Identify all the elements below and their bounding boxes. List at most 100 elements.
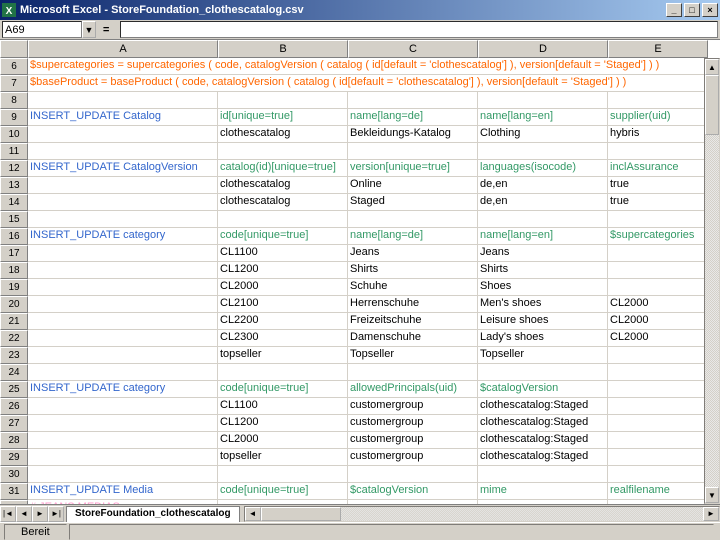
cell[interactable]: code[unique=true] [218, 483, 348, 500]
cell[interactable] [608, 245, 708, 262]
cell[interactable] [608, 500, 708, 504]
cell[interactable] [608, 415, 708, 432]
row-header[interactable]: 18 [0, 262, 28, 279]
cell[interactable]: CL2000 [608, 313, 708, 330]
tab-nav-first[interactable]: |◄ [0, 506, 16, 522]
cell[interactable] [28, 194, 218, 211]
cell[interactable]: CL2000 [218, 432, 348, 449]
cell[interactable]: CL1200 [218, 415, 348, 432]
cell[interactable] [348, 143, 478, 160]
cell[interactable] [608, 211, 708, 228]
cell[interactable] [28, 126, 218, 143]
cell[interactable] [348, 92, 478, 109]
row-header[interactable]: 10 [0, 126, 28, 143]
cell[interactable]: id[unique=true] [218, 109, 348, 126]
cell[interactable]: clothescatalog:Staged [478, 415, 608, 432]
formula-bar[interactable] [120, 21, 718, 38]
row-header[interactable]: 22 [0, 330, 28, 347]
row-header[interactable]: 20 [0, 296, 28, 313]
close-button[interactable]: × [702, 3, 718, 17]
cell[interactable]: Schuhe [348, 279, 478, 296]
cell[interactable]: INSERT_UPDATE category [28, 381, 218, 398]
row-header[interactable]: 8 [0, 92, 28, 109]
cell[interactable] [608, 262, 708, 279]
cell[interactable]: code[unique=true] [218, 381, 348, 398]
cell[interactable]: customergroup [348, 415, 478, 432]
scroll-left-button[interactable]: ◄ [245, 507, 261, 521]
cell[interactable] [218, 92, 348, 109]
cell[interactable] [28, 313, 218, 330]
cell[interactable] [608, 449, 708, 466]
cell[interactable] [28, 432, 218, 449]
cell[interactable]: clothescatalog [218, 194, 348, 211]
cell[interactable] [348, 211, 478, 228]
cell[interactable]: INSERT_UPDATE CatalogVersion [28, 160, 218, 177]
cell[interactable] [608, 432, 708, 449]
cell[interactable]: Staged [348, 194, 478, 211]
cell[interactable]: topseller [218, 449, 348, 466]
cell[interactable]: $baseProduct = baseProduct ( code, catal… [28, 75, 708, 92]
cell[interactable] [28, 143, 218, 160]
cell[interactable]: clothescatalog:Staged [478, 449, 608, 466]
sheet-tab[interactable]: StoreFoundation_clothescatalog [66, 506, 240, 522]
cell[interactable] [28, 296, 218, 313]
cell[interactable]: Jeans [478, 245, 608, 262]
cell[interactable]: CL2200 [218, 313, 348, 330]
cell[interactable] [28, 398, 218, 415]
cell[interactable]: Herrenschuhe [348, 296, 478, 313]
col-header-B[interactable]: B [218, 40, 348, 58]
cell[interactable] [28, 279, 218, 296]
cell[interactable]: CL1200 [218, 262, 348, 279]
cell[interactable]: Men's shoes [478, 296, 608, 313]
cell[interactable]: Leisure shoes [478, 313, 608, 330]
row-header[interactable]: 32 [0, 500, 28, 504]
cell[interactable]: customergroup [348, 449, 478, 466]
titlebar[interactable]: X Microsoft Excel - StoreFoundation_clot… [0, 0, 720, 20]
cell[interactable] [478, 92, 608, 109]
cell[interactable]: Shirts [478, 262, 608, 279]
cell[interactable]: Lady's shoes [478, 330, 608, 347]
cell[interactable]: catalog(id)[unique=true] [218, 160, 348, 177]
cell[interactable]: CL2000 [608, 330, 708, 347]
row-header[interactable]: 17 [0, 245, 28, 262]
row-header[interactable]: 15 [0, 211, 28, 228]
cell[interactable]: true [608, 177, 708, 194]
cell[interactable] [218, 364, 348, 381]
cell[interactable]: CL2300 [218, 330, 348, 347]
cell[interactable] [28, 347, 218, 364]
row-header[interactable]: 13 [0, 177, 28, 194]
cell[interactable]: clothescatalog:Staged [478, 398, 608, 415]
horizontal-scrollbar[interactable]: ◄ ► [244, 506, 720, 522]
row-header[interactable]: 16 [0, 228, 28, 245]
name-box-dropdown[interactable]: ▼ [82, 21, 96, 38]
cell[interactable]: name[lang=en] [478, 228, 608, 245]
cell[interactable]: version[unique=true] [348, 160, 478, 177]
cell[interactable] [608, 347, 708, 364]
cell[interactable]: Bekleidungs-Katalog [348, 126, 478, 143]
cell[interactable] [608, 466, 708, 483]
col-header-A[interactable]: A [28, 40, 218, 58]
cell[interactable] [28, 211, 218, 228]
col-header-E[interactable]: E [608, 40, 708, 58]
cell[interactable]: Topseller [348, 347, 478, 364]
row-header[interactable]: 27 [0, 415, 28, 432]
name-box[interactable]: A69 [2, 21, 82, 38]
cell[interactable]: true [608, 194, 708, 211]
col-header-D[interactable]: D [478, 40, 608, 58]
cell[interactable]: Clothing [478, 126, 608, 143]
cell[interactable] [348, 466, 478, 483]
cell[interactable]: $supercategories = supercategories ( cod… [28, 58, 708, 75]
cell[interactable]: topseller [218, 347, 348, 364]
cell[interactable]: name[lang=en] [478, 109, 608, 126]
row-header[interactable]: 29 [0, 449, 28, 466]
cell[interactable]: $catalogVersion [478, 381, 608, 398]
row-header[interactable]: 24 [0, 364, 28, 381]
cell[interactable] [478, 143, 608, 160]
cell[interactable]: inclAssurance [608, 160, 708, 177]
row-header[interactable]: 28 [0, 432, 28, 449]
row-header[interactable]: 21 [0, 313, 28, 330]
cell[interactable] [478, 466, 608, 483]
cell[interactable]: de,en [478, 194, 608, 211]
cell[interactable]: name[lang=de] [348, 228, 478, 245]
cell[interactable] [478, 500, 608, 504]
